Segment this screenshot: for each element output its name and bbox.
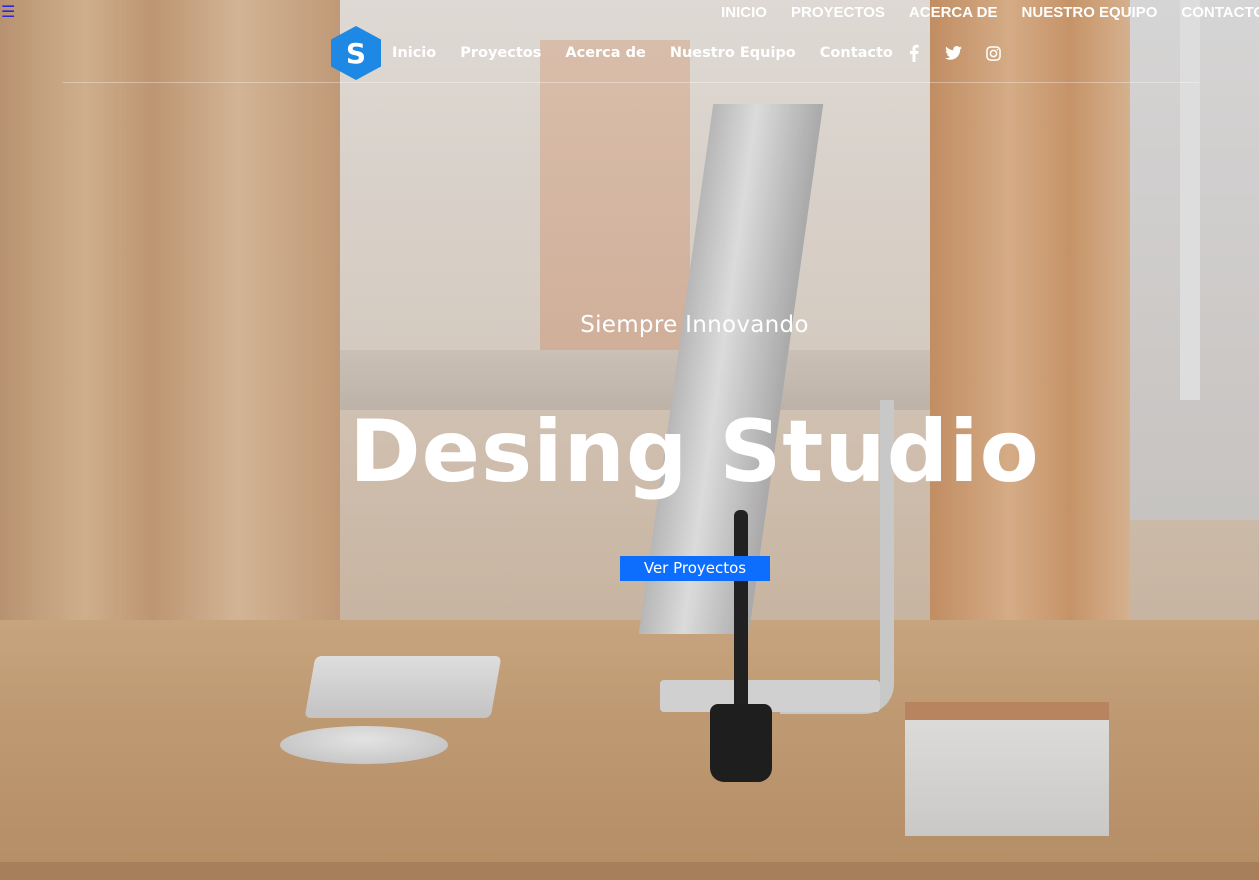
view-projects-button[interactable]: Ver Proyectos [620, 556, 770, 581]
hero-tagline: Siempre Innovando [580, 312, 809, 338]
hero-section: Siempre Innovando Desing Studio Ver Proy… [0, 0, 1259, 880]
hero-title: Desing Studio [349, 402, 1040, 502]
